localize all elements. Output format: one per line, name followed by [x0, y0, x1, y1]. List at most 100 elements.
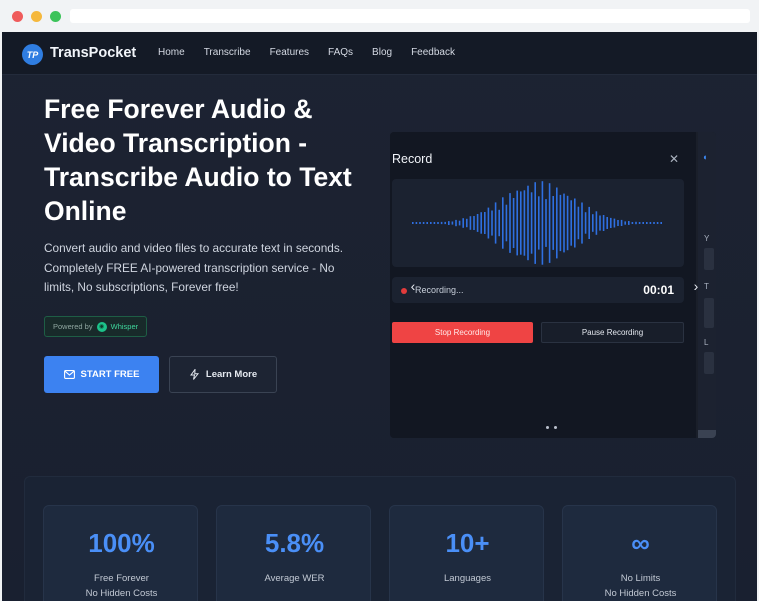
waveform-bar: [430, 222, 432, 224]
preview-bar: [698, 430, 716, 438]
waveform-bar: [473, 216, 475, 230]
preview-field: [704, 352, 714, 374]
waveform-bar: [426, 222, 428, 224]
nav-item-blog[interactable]: Blog: [372, 47, 392, 58]
waveform-bar: [433, 222, 436, 224]
nav-item-feedback[interactable]: Feedback: [411, 47, 455, 58]
waveform-bar: [415, 222, 418, 224]
demo-carousel: Record ✕ Recording... 00:01 Stop Recordi…: [390, 132, 716, 438]
waveform: [412, 181, 662, 265]
learn-more-label: Learn More: [205, 369, 258, 380]
waveform-bar: [638, 222, 641, 224]
browser-chrome: [0, 0, 759, 32]
waveform-bar: [520, 191, 522, 255]
stat-value: 100%: [88, 528, 155, 558]
stat-card: 100% Free Forever No Hidden Costs: [43, 505, 198, 601]
waveform-bar: [494, 202, 497, 244]
waveform-bar: [498, 209, 500, 237]
waveform-bar: [505, 204, 508, 242]
waveform-bar: [491, 210, 493, 236]
waveform-bar: [606, 217, 608, 229]
whisper-name: Whisper: [110, 322, 139, 331]
waveform-bar: [570, 200, 572, 246]
nav-links: Home Transcribe Features FAQs Blog Feedb…: [158, 47, 474, 58]
waveform-bar: [588, 206, 590, 239]
hero-title: Free Forever Audio & Video Transcription…: [44, 94, 352, 226]
waveform-bar: [516, 190, 518, 256]
learn-more-button[interactable]: Learn More: [169, 356, 277, 393]
preview-label: T: [704, 282, 709, 291]
nav-item-home[interactable]: Home: [158, 47, 185, 58]
stat-value: 10+: [445, 528, 490, 558]
waveform-bar: [617, 220, 619, 226]
page-viewport: TP TransPocket Home Transcribe Features …: [2, 32, 757, 601]
stop-recording-button[interactable]: Stop Recording: [392, 322, 533, 343]
preview-field: [704, 248, 714, 270]
waveform-bar: [556, 187, 558, 259]
record-slide: Record ✕ Recording... 00:01 Stop Recordi…: [390, 132, 696, 438]
close-icon[interactable]: ✕: [669, 152, 679, 166]
stat-label: Average WER: [264, 573, 325, 584]
carousel-dot[interactable]: [546, 426, 549, 429]
waveform-bar: [595, 211, 598, 235]
waveform-bar: [548, 183, 551, 263]
stat-card: 5.8% Average WER: [216, 505, 371, 601]
address-bar[interactable]: [70, 9, 750, 23]
waveform-bar: [566, 195, 569, 251]
waveform-bar: [484, 212, 486, 234]
waveform-bar: [530, 192, 533, 254]
preview-label: L: [704, 338, 709, 347]
minimize-window-icon[interactable]: [31, 11, 42, 22]
waveform-bar: [620, 219, 623, 226]
waveform-bar: [653, 222, 655, 224]
preview-field: [704, 298, 714, 328]
waveform-bar: [574, 198, 576, 248]
start-free-button[interactable]: START FREE: [44, 356, 159, 393]
nav-item-faqs[interactable]: FAQs: [328, 47, 353, 58]
carousel-dot[interactable]: [554, 426, 557, 429]
chevron-left-icon[interactable]: ‹: [405, 274, 421, 298]
recording-status-text: Recording...: [415, 285, 464, 295]
waveform-bar: [646, 222, 648, 224]
logo-icon[interactable]: TP: [22, 44, 43, 65]
waveform-bar: [440, 221, 443, 225]
waveform-bar: [448, 221, 450, 225]
waveform-bar: [635, 221, 637, 225]
mail-icon: [63, 370, 75, 379]
waveform-bar: [584, 212, 587, 234]
stat-sublabel: No Hidden Costs: [85, 588, 158, 599]
maximize-window-icon[interactable]: [50, 11, 61, 22]
waveform-bar: [437, 222, 439, 224]
waveform-bar: [660, 222, 662, 224]
waveform-bar: [613, 218, 616, 228]
waveform-bar: [480, 212, 482, 234]
browser-window: TP TransPocket Home Transcribe Features …: [0, 0, 759, 601]
pause-recording-button[interactable]: Pause Recording: [541, 322, 684, 343]
waveform-bar: [466, 218, 468, 228]
waveform-bar: [592, 214, 594, 232]
brand-name[interactable]: TransPocket: [50, 45, 136, 61]
waveform-bar: [455, 219, 457, 227]
waveform-bar: [656, 222, 659, 224]
preview-label: Y: [704, 234, 710, 243]
waveform-bar: [523, 190, 526, 256]
powered-by-badge: Powered by ◉ Whisper: [44, 316, 148, 337]
stat-value: 5.8%: [264, 528, 325, 558]
waveform-bar: [476, 214, 479, 232]
preview-icon: ◖: [702, 152, 708, 162]
nav-item-features[interactable]: Features: [270, 47, 309, 58]
close-window-icon[interactable]: [12, 11, 23, 22]
waveform-bar: [458, 220, 461, 226]
top-navbar: TP TransPocket Home Transcribe Features …: [2, 32, 757, 75]
stat-card: ∞ No Limits No Hidden Costs: [562, 505, 717, 601]
waveform-bar: [509, 193, 511, 253]
waveform-bar: [602, 215, 605, 231]
waveform-bar: [538, 196, 540, 250]
nav-item-transcribe[interactable]: Transcribe: [204, 47, 251, 58]
waveform-bar: [541, 181, 544, 265]
carousel-indicators: [546, 426, 557, 429]
waveform-bar: [610, 217, 612, 228]
chevron-right-icon[interactable]: ›: [689, 274, 703, 298]
waveform-bar: [527, 185, 529, 261]
waveform-bar: [581, 202, 583, 244]
